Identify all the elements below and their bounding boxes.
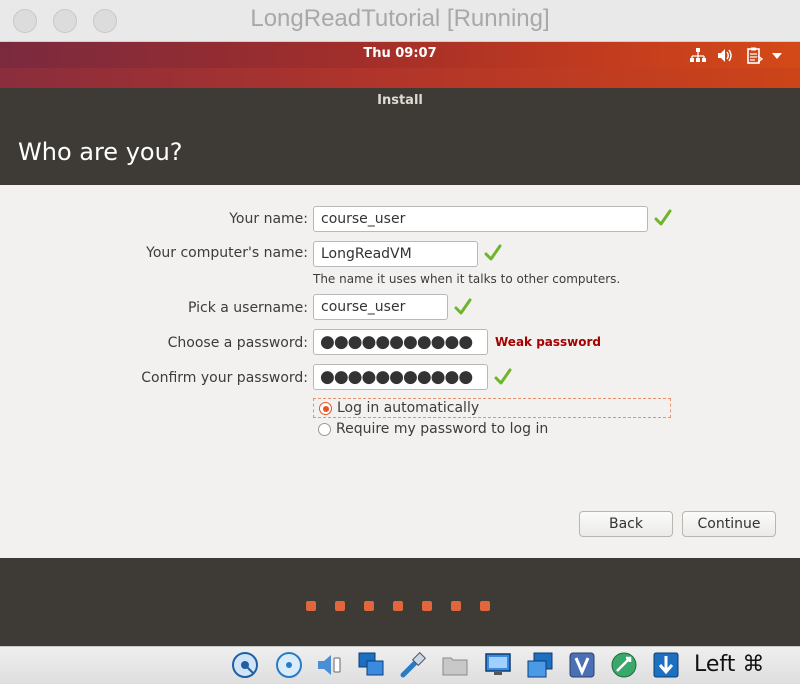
window-title: LongReadTutorial [Running] [250, 5, 550, 32]
name-valid-check-icon [654, 209, 672, 226]
virtualization-icon[interactable] [568, 651, 596, 679]
progress-dot [306, 601, 316, 611]
computer-name-hint: The name it uses when it talks to other … [313, 272, 621, 286]
installer-header: Install Who are you? [0, 88, 800, 185]
login-automatically-option[interactable]: Log in automatically [313, 398, 671, 418]
mouse-integration-icon[interactable] [610, 651, 638, 679]
display-icon[interactable] [484, 651, 512, 679]
installer-progress-footer [0, 558, 800, 646]
username-valid-check-icon [454, 298, 472, 315]
shared-folders-icon[interactable] [441, 651, 469, 679]
hard-disk-icon[interactable] [231, 651, 259, 679]
require-password-label: Require my password to log in [336, 421, 549, 437]
network-adapter-icon[interactable] [357, 651, 385, 679]
volume-icon[interactable] [717, 48, 734, 63]
name-label: Your name: [229, 211, 308, 227]
optical-drive-icon[interactable] [275, 651, 303, 679]
computer-name-label: Your computer's name: [146, 245, 308, 261]
password-label: Choose a password: [167, 335, 308, 351]
clipboard-icon[interactable] [746, 47, 763, 64]
network-icon[interactable] [690, 48, 706, 63]
confirm-password-valid-check-icon [494, 368, 512, 385]
keyboard-capture-icon[interactable] [652, 651, 680, 679]
confirm-password-label: Confirm your password: [141, 370, 308, 386]
computer-name-input[interactable]: LongReadVM [313, 241, 478, 267]
username-input[interactable]: course_user [313, 294, 448, 320]
window-titlebar: LongReadTutorial [Running] [0, 0, 800, 42]
host-key-label: Left ⌘ [694, 652, 765, 677]
progress-dot [480, 601, 490, 611]
password-strength-label: Weak password [495, 335, 602, 349]
name-input[interactable]: course_user [313, 206, 648, 232]
username-label: Pick a username: [187, 300, 308, 316]
back-button[interactable]: Back [579, 511, 673, 537]
require-password-radio[interactable] [318, 423, 331, 436]
audio-icon[interactable] [315, 651, 343, 679]
progress-dot [451, 601, 461, 611]
progress-dot [335, 601, 345, 611]
confirm-password-input[interactable]: ●●●●●●●●●●● [313, 364, 488, 390]
virtualbox-status-bar: Left ⌘ [0, 646, 800, 684]
desktop-background [0, 68, 800, 88]
computer-name-valid-check-icon [484, 244, 502, 261]
system-menu-chevron-icon[interactable] [772, 53, 782, 59]
login-automatically-label: Log in automatically [337, 400, 480, 416]
installer-title: Install [377, 93, 423, 108]
page-heading: Who are you? [18, 138, 183, 166]
video-capture-icon[interactable] [526, 651, 554, 679]
user-setup-form: Your name: course_user Your computer's n… [0, 185, 800, 558]
login-automatically-radio[interactable] [319, 402, 332, 415]
continue-button[interactable]: Continue [682, 511, 776, 537]
ubuntu-top-panel: Thu 09:07 [0, 42, 800, 68]
progress-dot [393, 601, 403, 611]
progress-dot [422, 601, 432, 611]
password-input[interactable]: ●●●●●●●●●●● [313, 329, 488, 355]
panel-clock[interactable]: Thu 09:07 [0, 46, 800, 61]
usb-icon[interactable] [399, 651, 427, 679]
progress-dot [364, 601, 374, 611]
